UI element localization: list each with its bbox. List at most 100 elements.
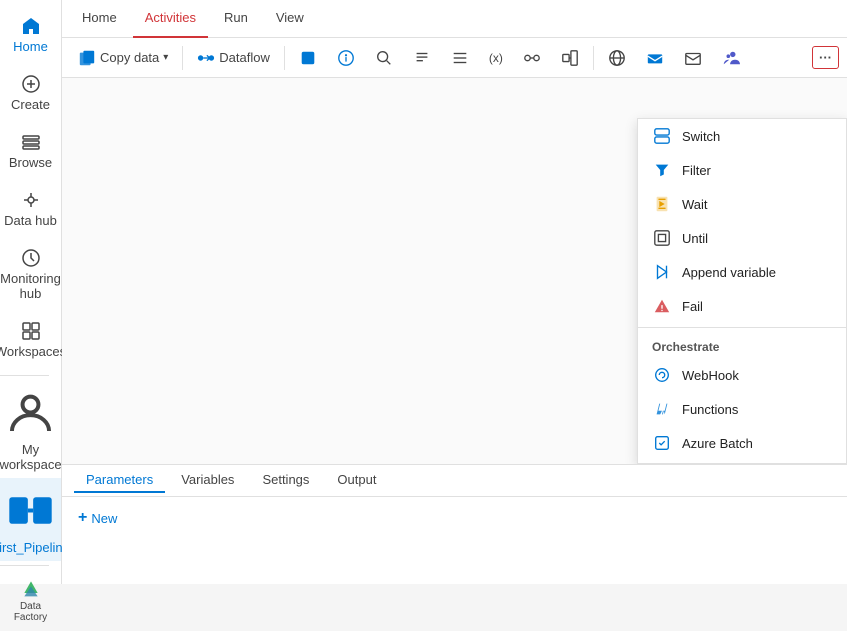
dataflow-button[interactable]: Dataflow (189, 45, 278, 71)
functions-icon (652, 399, 672, 419)
tb-globe-btn[interactable] (600, 45, 634, 71)
info-icon (337, 49, 355, 67)
sidebar-item-workspaces[interactable]: Workspaces (0, 313, 61, 367)
new-button[interactable]: + New (74, 505, 121, 531)
globe-icon (608, 49, 626, 67)
webhook-icon (652, 365, 672, 385)
tb-square-icon (299, 49, 317, 67)
tb-teams-btn[interactable] (714, 45, 748, 71)
toolbar-divider1 (182, 46, 183, 70)
text-icon (413, 49, 431, 67)
sidebar-item-my-workspace[interactable]: My workspace (0, 380, 61, 478)
tb-pipeline-btn[interactable] (515, 45, 549, 71)
pipeline-icon (4, 484, 57, 537)
sidebar-item-label: Browse (9, 155, 52, 170)
home-icon (21, 16, 41, 36)
workspace-icon (4, 386, 57, 439)
copy-data-button[interactable]: Copy data ▾ (70, 45, 176, 71)
mail-icon (684, 49, 702, 67)
toolbar: Copy data ▾ Dataflow (62, 38, 847, 78)
dropdown-item-switch[interactable]: Switch (638, 119, 846, 153)
my-workspace-label: My workspace (0, 442, 62, 472)
sidebar-item-home[interactable]: Home (0, 8, 61, 62)
tb-expr-btn[interactable]: (x) (481, 47, 511, 69)
plus-icon: + (78, 509, 87, 527)
fail-icon (652, 296, 672, 316)
toolbar-divider2 (284, 46, 285, 70)
share-icon (561, 49, 579, 67)
sidebar-item-label: Home (13, 39, 48, 54)
dropdown-item-filter[interactable]: Filter (638, 153, 846, 187)
tb-square-btn[interactable] (291, 45, 325, 71)
switch-icon (652, 126, 672, 146)
list-icon (451, 49, 469, 67)
nav-home[interactable]: Home (70, 0, 129, 38)
browse-icon (21, 132, 41, 152)
new-label: New (91, 511, 117, 526)
main-area: Home Activities Run View Copy data ▾ (62, 0, 847, 584)
create-icon (21, 74, 41, 94)
wait-icon (652, 194, 672, 214)
tab-output[interactable]: Output (325, 468, 388, 493)
dropdown-item-wait[interactable]: Wait (638, 187, 846, 221)
tb-text-btn[interactable] (405, 45, 439, 71)
tb-notification-btn[interactable] (638, 45, 672, 71)
expression-icon: (x) (489, 51, 503, 65)
sidebar-item-data-factory[interactable]: Data Factory (0, 570, 61, 631)
dropdown-item-webhook[interactable]: WebHook (638, 358, 846, 392)
sidebar-divider2 (0, 565, 49, 566)
sidebar-item-create[interactable]: Create (0, 66, 61, 120)
top-nav: Home Activities Run View (62, 0, 847, 38)
more-button[interactable]: ··· (812, 46, 839, 69)
datahub-icon (21, 190, 41, 210)
tab-parameters[interactable]: Parameters (74, 468, 165, 493)
nav-activities[interactable]: Activities (133, 0, 208, 38)
sidebar-item-label: Data hub (4, 213, 57, 228)
canvas[interactable]: SwitchFilterWaitUntilAppend variableFail… (62, 78, 847, 464)
dropdown-separator (638, 327, 846, 328)
copy-data-icon (78, 49, 96, 67)
sidebar-item-monitoring[interactable]: Monitoring hub (0, 240, 61, 309)
tb-mail-btn[interactable] (676, 45, 710, 71)
dropdown-item-functions[interactable]: Functions (638, 392, 846, 426)
pipeline-var-icon (523, 49, 541, 67)
nav-run[interactable]: Run (212, 0, 260, 38)
teams-icon (722, 49, 740, 67)
data-factory-label: Data Factory (4, 601, 57, 623)
bottom-panel: Parameters Variables Settings Output + N… (62, 464, 847, 584)
dataflow-icon (197, 49, 215, 67)
sidebar-item-datahub[interactable]: Data hub (0, 182, 61, 236)
batch-icon (652, 433, 672, 453)
dropdown-item-fail[interactable]: Fail (638, 289, 846, 323)
until-icon (652, 228, 672, 248)
pipeline-label: First_Pipeline (0, 540, 70, 555)
append-icon (652, 262, 672, 282)
sidebar-item-label: Workspaces (0, 344, 66, 359)
copy-data-label: Copy data (100, 50, 159, 65)
dropdown-item-azure-batch[interactable]: Azure Batch (638, 426, 846, 460)
notification-icon (646, 49, 664, 67)
sidebar: Home Create Browse Data hub Monitoring h… (0, 0, 62, 584)
nav-view[interactable]: View (264, 0, 316, 38)
filter-icon (652, 160, 672, 180)
dataflow-label: Dataflow (219, 50, 270, 65)
toolbar-divider3 (593, 46, 594, 70)
dropdown-item-until[interactable]: Until (638, 221, 846, 255)
dropdown-panel: SwitchFilterWaitUntilAppend variableFail… (637, 118, 847, 464)
dropdown-item-append-variable[interactable]: Append variable (638, 255, 846, 289)
sidebar-item-pipeline[interactable]: First_Pipeline (0, 478, 61, 561)
tab-variables[interactable]: Variables (169, 468, 246, 493)
more-icon: ··· (819, 50, 832, 65)
tb-list-btn[interactable] (443, 45, 477, 71)
sidebar-divider (0, 375, 49, 376)
tb-share-btn[interactable] (553, 45, 587, 71)
search-icon (375, 49, 393, 67)
sidebar-item-label: Create (11, 97, 50, 112)
sidebar-item-browse[interactable]: Browse (0, 124, 61, 178)
datafactory-icon (21, 578, 41, 598)
monitoring-icon (21, 248, 41, 268)
tb-info-btn[interactable] (329, 45, 363, 71)
tb-search-btn[interactable] (367, 45, 401, 71)
tab-settings[interactable]: Settings (250, 468, 321, 493)
bottom-tabs: Parameters Variables Settings Output (62, 465, 847, 497)
